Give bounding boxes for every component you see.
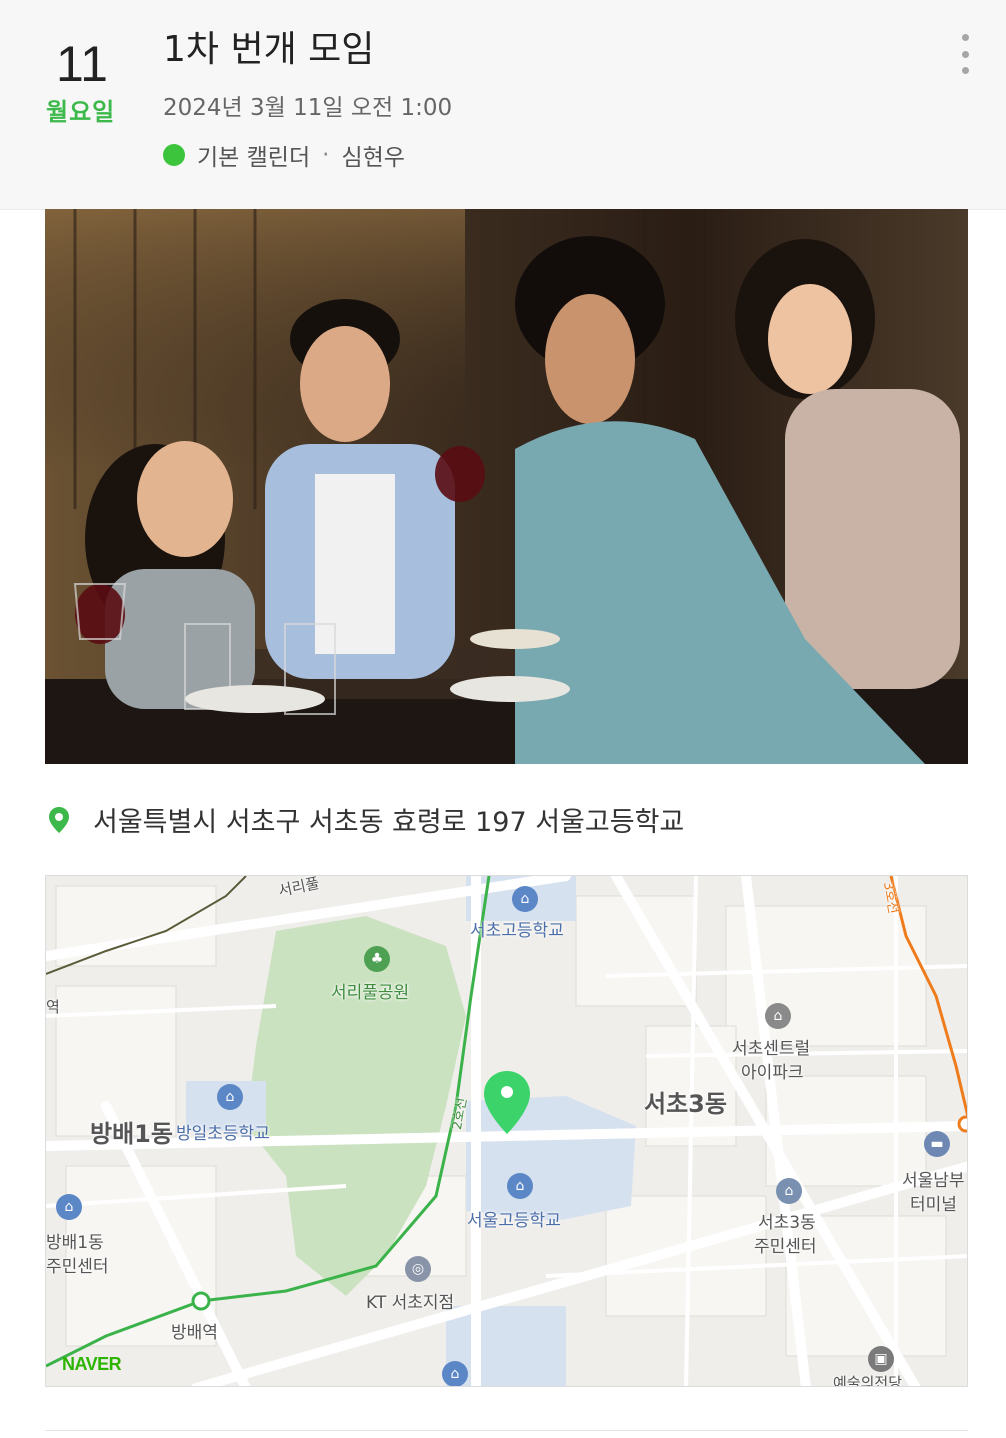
event-photo — [45, 209, 968, 764]
map-label-seocho3-center-2: 주민센터 — [754, 1237, 817, 1257]
map-label-seocho3: 서초3동 — [644, 1090, 727, 1118]
school-icon: ⌂ — [217, 1084, 243, 1110]
school-icon: ⌂ — [442, 1361, 468, 1386]
location-map[interactable]: ⌂ ♣ ⌂ ⌂ ⌂ ⌂ ⌂ ▬ ◎ ▣ ⌂ 서초고등학교 서리풀공원 서초센트럴… — [45, 875, 968, 1387]
calendar-color-dot — [163, 144, 185, 166]
map-label-bangbae1-center: 방배1동 — [46, 1233, 104, 1253]
event-weekday: 월요일 — [46, 98, 116, 126]
event-datetime: 2024년 3월 11일 오전 1:00 — [163, 95, 453, 121]
map-label-seoul-high: 서울고등학교 — [467, 1211, 561, 1231]
calendar-name: 기본 캘린더 — [197, 145, 311, 171]
map-label-seocho3-center: 서초3동 — [758, 1213, 816, 1233]
more-options-icon[interactable] — [955, 34, 975, 74]
school-icon: ⌂ — [512, 886, 538, 912]
event-location[interactable]: 서울특별시 서초구 서초동 효령로 197 서울고등학교 — [45, 800, 684, 839]
map-label-bangbae-station: 방배역 — [171, 1323, 218, 1343]
park-icon: ♣ — [364, 946, 390, 972]
building-icon: ⌂ — [765, 1003, 791, 1029]
location-pin-icon — [49, 806, 69, 833]
event-title: 1차 번개 모임 — [163, 29, 375, 70]
map-label-kt: KT 서초지점 — [366, 1293, 455, 1313]
art-center-icon: ▣ — [868, 1346, 894, 1372]
community-center-icon: ⌂ — [56, 1194, 82, 1220]
event-day-number: 11 — [56, 36, 108, 92]
map-label-bangbae1-center-2: 주민센터 — [46, 1257, 109, 1277]
event-header: 11 월요일 1차 번개 모임 2024년 3월 11일 오전 1:00 기본 … — [0, 0, 1006, 210]
location-address: 서울특별시 서초구 서초동 효령로 197 서울고등학교 — [93, 807, 685, 838]
school-icon: ⌂ — [507, 1173, 533, 1199]
map-label-seocho-center: 서초센트럴 — [732, 1039, 811, 1059]
map-label-art-center: 예술의전당 — [833, 1374, 903, 1387]
map-label-seoripul-park: 서리풀공원 — [331, 983, 410, 1003]
map-label-bangil-elem: 방일초등학교 — [176, 1124, 270, 1144]
naver-logo: NAVER — [62, 1354, 122, 1374]
bus-terminal-icon: ▬ — [924, 1131, 950, 1157]
divider — [45, 1430, 968, 1431]
map-label-ipark: 아이파크 — [741, 1063, 804, 1083]
map-label-station-edge: 역 — [46, 998, 60, 1016]
separator: · — [322, 142, 330, 168]
office-icon: ◎ — [405, 1256, 431, 1282]
map-label-bangbae1: 방배1동 — [90, 1120, 173, 1148]
map-label-seoul-nambu: 서울남부 — [902, 1171, 965, 1191]
map-label-seocho-high: 서초고등학교 — [470, 921, 564, 941]
calendar-info: 기본 캘린더 · 심현우 — [163, 138, 405, 172]
community-center-icon: ⌂ — [776, 1178, 802, 1204]
event-owner: 심현우 — [341, 145, 405, 171]
map-label-terminal: 터미널 — [910, 1195, 957, 1215]
